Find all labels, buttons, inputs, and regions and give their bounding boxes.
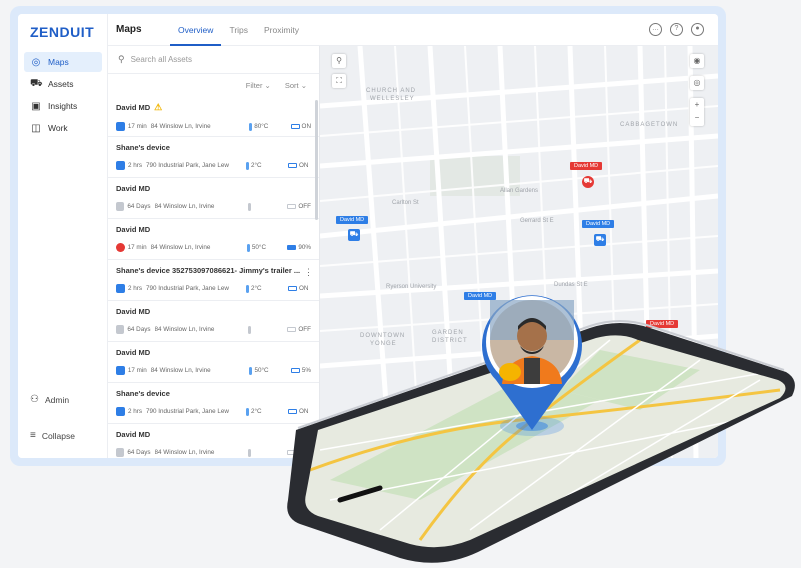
hero-composition: ZENDUIT ◎ Maps ⛟ Assets ▣ Insights ◫ Wor…: [0, 0, 801, 568]
driver-location-pin[interactable]: [474, 284, 590, 434]
phone-mockup: [287, 320, 795, 563]
